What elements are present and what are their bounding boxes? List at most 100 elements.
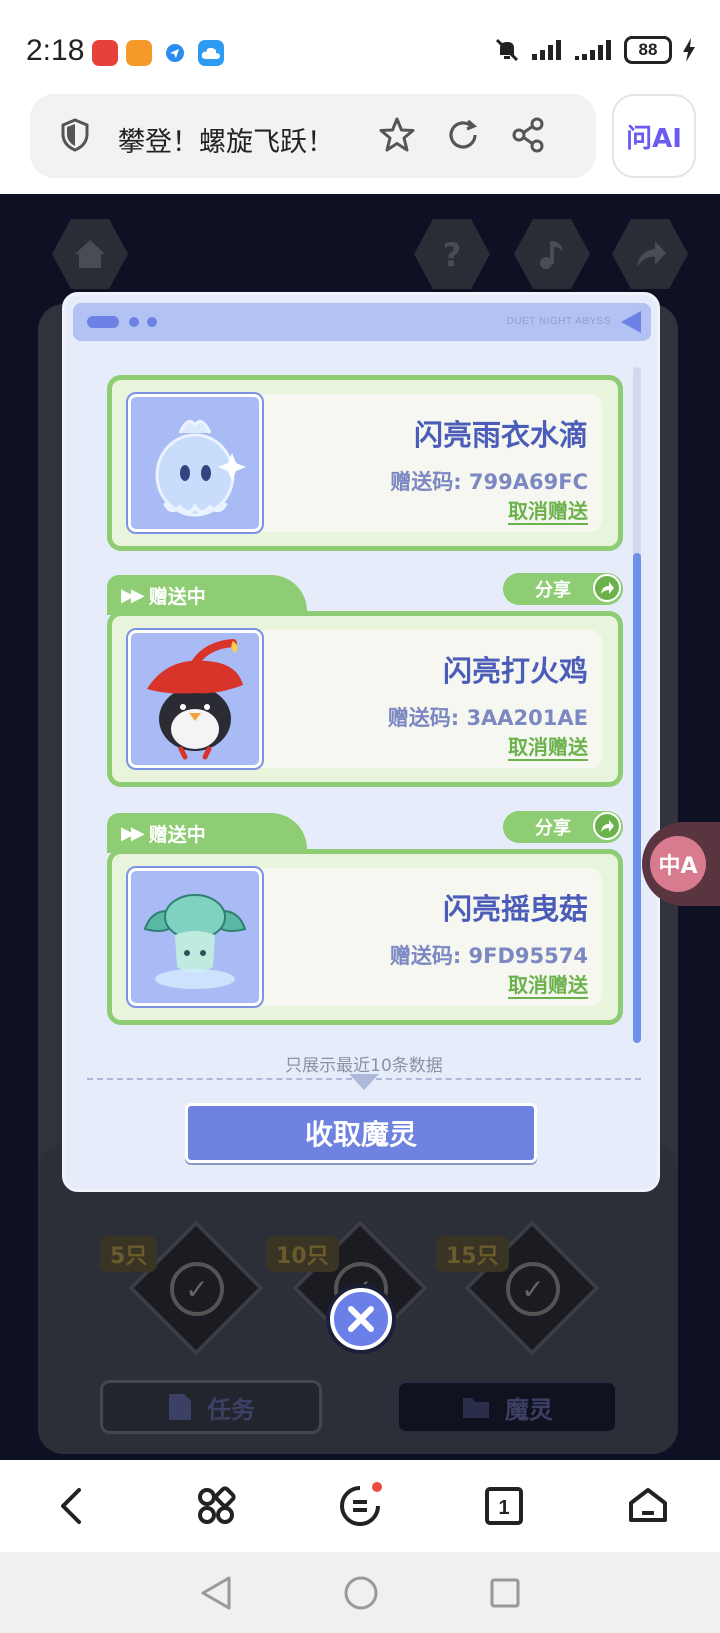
tab-spirit-label: 魔灵 [505,1395,553,1424]
star-icon[interactable] [378,116,416,154]
share-game-button[interactable] [612,219,688,289]
share-button[interactable]: 分享 [503,573,623,605]
list-scrollbar[interactable] [633,367,641,1043]
tab-count-icon: 1 [485,1487,523,1525]
battery-icon: 88 [624,36,672,64]
header-decoration [129,317,139,327]
divider-chevron-icon [349,1074,379,1090]
browser-nav: 1 [0,1460,720,1552]
ask-ai-button[interactable]: 问AI [612,94,696,178]
close-dialog-button[interactable] [330,1288,392,1350]
raincoat-droplet-icon [155,419,246,517]
gift-code: 赠送码: 9FD95574 [389,944,588,968]
fast-forward-icon: ▶▶ [121,584,145,606]
scrollbar-thumb[interactable] [633,553,641,1043]
status-label: 赠送中 [148,585,206,608]
check-icon: ✓ [170,1262,224,1316]
charging-icon [683,38,695,62]
home-circle-icon[interactable] [343,1575,379,1611]
folder-icon [463,1398,489,1418]
back-button[interactable] [42,1476,102,1536]
recents-square-icon[interactable] [489,1577,521,1609]
status-label: 赠送中 [148,823,206,846]
share-label: 分享 [535,818,571,839]
document-icon [169,1394,191,1420]
spirit-name: 闪亮摇曳菇 [442,892,588,926]
gift-code: 赠送码: 799A69FC [390,470,588,494]
spirit-image [126,628,264,770]
share-arrow-icon [593,812,621,840]
notification-dot [372,1482,382,1492]
recent-data-note: 只展示最近10条数据 [285,1056,443,1076]
reward-count: 5只 [100,1236,158,1272]
help-button[interactable]: ? [414,219,490,289]
address-bar[interactable]: 攀登！螺旋飞跃！ [30,94,596,178]
signal-icon-2 [575,40,611,60]
gift-code: 赠送码: 3AA201AE [387,706,588,730]
header-decoration [87,316,119,328]
svg-text:1: 1 [498,1497,509,1519]
tab-spirit[interactable]: 魔灵 [396,1380,618,1434]
back-triangle-icon[interactable] [199,1575,233,1611]
huawei-store-icon [92,40,118,66]
cancel-gift-link[interactable]: 取消赠送 [508,736,588,761]
home-icon [75,240,105,268]
gifting-status-tab: ▶▶ 赠送中 [107,813,307,853]
spirit-image [126,866,264,1008]
collect-spirit-button[interactable]: 收取魔灵 [185,1103,537,1163]
check-icon: ✓ [506,1262,560,1316]
share-icon[interactable] [510,116,548,154]
close-icon [348,1306,374,1332]
header-brand: DUET NIGHT ABYSS [506,316,611,327]
home-outline-icon [629,1488,667,1522]
signal-icon [532,40,561,60]
cancel-gift-link[interactable]: 取消赠送 [508,974,588,999]
status-right: 88 [494,36,696,64]
gift-card: 闪亮打火鸡 赠送码: 3AA201AE 取消赠送 [107,611,623,787]
music-note-icon [540,241,563,269]
share-arrow-icon [593,574,621,602]
fast-forward-icon: ▶▶ [121,822,145,844]
system-nav [0,1552,720,1633]
share-arrow-icon [637,241,666,267]
share-button[interactable]: 分享 [503,811,623,843]
status-time: 2:18 [26,34,85,67]
home-button[interactable] [52,219,128,289]
shield-icon [61,118,89,152]
svg-text:?: ? [443,236,462,273]
question-icon: ? [443,236,462,273]
gifting-status-tab: ▶▶ 赠送中 [107,575,307,615]
swaying-mushroom-icon [143,894,247,989]
command-icon [198,1486,236,1524]
reward-count: 15只 [436,1236,509,1272]
header-decoration [147,317,157,327]
mute-bell-icon [495,38,519,62]
browser-bar: 攀登！螺旋飞跃！ 问AI [0,90,720,194]
dialog-header: DUET NIGHT ABYSS [73,303,651,341]
gift-card: 闪亮摇曳菇 赠送码: 9FD95574 取消赠送 [107,849,623,1025]
spirit-image [126,392,264,534]
translate-icon: 中A [650,836,706,892]
gift-dialog: DUET NIGHT ABYSS 闪亮雨衣水滴 赠送码: 799A69FC 取消… [62,292,660,1192]
tabs-button[interactable]: 1 [474,1476,534,1536]
cloud-icon [198,40,224,66]
gift-card: 闪亮雨衣水滴 赠送码: 799A69FC 取消赠送 [107,375,623,551]
fire-chicken-icon [147,639,243,760]
status-bar: 2:18 88 [0,0,720,90]
spirit-name: 闪亮雨衣水滴 [413,418,588,452]
page-title: 攀登！螺旋飞跃！ [118,127,334,158]
tab-task-label: 任务 [207,1395,255,1424]
menu-button[interactable] [330,1476,390,1536]
share-label: 分享 [535,580,571,601]
cancel-gift-link[interactable]: 取消赠送 [508,500,588,525]
home-nav-button[interactable] [618,1476,678,1536]
refresh-icon[interactable] [444,116,482,154]
tab-task[interactable]: 任务 [100,1380,322,1434]
spirit-name: 闪亮打火鸡 [442,654,588,688]
reward-count: 10只 [266,1236,339,1272]
shortcuts-button[interactable] [186,1476,246,1536]
orange-app-icon [126,40,152,66]
chevron-left-icon [61,1488,81,1524]
music-button[interactable] [514,219,590,289]
translate-button[interactable]: 中A [642,822,720,906]
